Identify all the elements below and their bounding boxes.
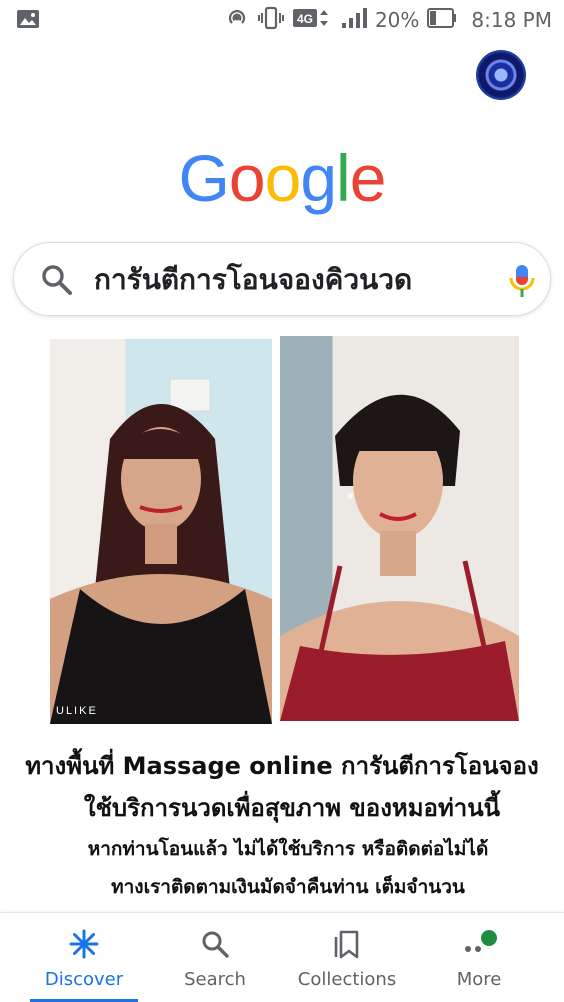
nav-label: Search xyxy=(184,969,246,990)
logo-letter: G xyxy=(178,141,230,215)
logo-letter: o xyxy=(228,141,266,215)
discover-icon xyxy=(69,929,99,959)
vibrate-icon xyxy=(257,6,285,35)
caption-line: หากท่านโอนแล้ว ไม่ได้ใช้บริการ หรือติดต่… xyxy=(87,838,489,860)
clock: 8:18 PM xyxy=(471,8,552,32)
microphone-icon[interactable] xyxy=(508,263,536,305)
nav-discover[interactable]: Discover xyxy=(24,913,144,1002)
photo-right xyxy=(280,336,519,721)
search-bar[interactable]: การันตีการโอนจองคิวนวด xyxy=(13,242,551,316)
logo-letter: o xyxy=(264,141,302,215)
nav-label: More xyxy=(456,969,502,990)
logo-letter: e xyxy=(349,141,387,215)
notification-dot xyxy=(481,930,497,946)
network-4g-icon: 4G xyxy=(292,6,333,35)
search-icon xyxy=(200,929,230,959)
gallery-icon xyxy=(16,9,40,33)
google-logo: Google xyxy=(0,138,564,218)
nav-collections[interactable]: Collections xyxy=(287,913,407,1002)
nav-label: Collections xyxy=(297,969,397,990)
photo-watermark: ULIKE xyxy=(56,705,98,717)
nav-more[interactable]: More xyxy=(419,913,539,1002)
battery-icon xyxy=(427,7,457,34)
more-icon xyxy=(464,929,497,959)
hotspot-icon xyxy=(225,6,249,35)
caption-line: ทางพื้นที่ Massage online การันตีการโอนจ… xyxy=(25,752,539,780)
battery-percent: 20% xyxy=(374,8,420,32)
collections-icon xyxy=(332,929,362,959)
search-icon xyxy=(40,263,74,301)
photo-left: ULIKE xyxy=(50,339,272,724)
bottom-navigation: Discover Search Collections More xyxy=(0,912,564,1002)
signal-icon xyxy=(341,6,367,35)
logo-letter: l xyxy=(336,141,351,215)
nav-label: Discover xyxy=(44,969,124,990)
network-label: 4G xyxy=(297,12,313,26)
nav-search[interactable]: Search xyxy=(155,913,275,1002)
caption-line: ทางเราติดตามเงินมัดจำคืนท่าน เต็มจำนวน xyxy=(111,876,465,898)
caption-line: ใช้บริการนวดเพื่อสุขภาพ ของหมอท่านนี้ xyxy=(83,794,501,822)
logo-letter: g xyxy=(300,141,337,215)
status-bar: 4G 20% 8:18 PM xyxy=(0,0,564,40)
account-avatar[interactable] xyxy=(476,50,526,100)
search-query[interactable]: การันตีการโอนจองคิวนวด xyxy=(94,243,484,317)
